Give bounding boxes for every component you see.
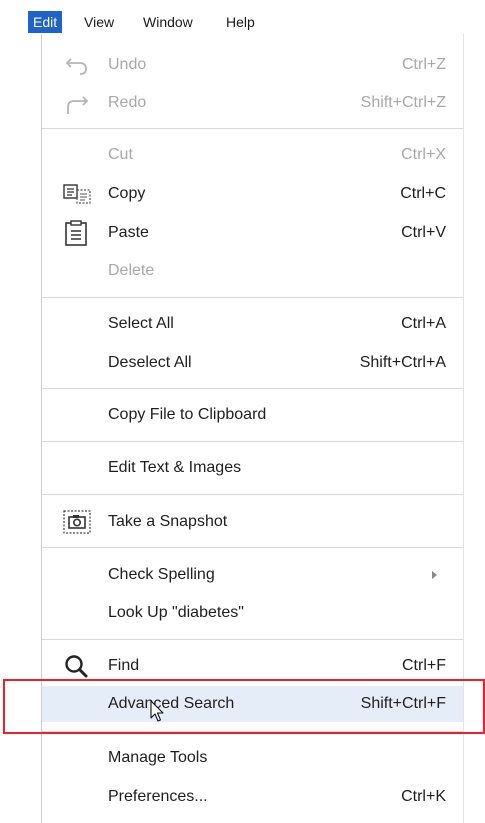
- menu-item-shortcut: Ctrl+Z: [402, 56, 446, 73]
- menu-item-shortcut: Ctrl+C: [400, 185, 446, 202]
- paste-icon: [62, 220, 92, 246]
- menu-item-label: Look Up "diabetes": [108, 604, 244, 621]
- menu-item-cut[interactable]: Cut Ctrl+X: [42, 137, 463, 173]
- menu-item-advanced-search[interactable]: Advanced Search Shift+Ctrl+F: [42, 686, 463, 722]
- menu-item-select-all[interactable]: Select All Ctrl+A: [42, 306, 463, 342]
- redo-icon: [62, 90, 92, 116]
- menu-item-label: Find: [108, 657, 140, 674]
- separator: [42, 297, 463, 298]
- menu-item-find[interactable]: Find Ctrl+F: [42, 648, 463, 684]
- menu-item-redo[interactable]: Redo Shift+Ctrl+Z: [42, 85, 463, 121]
- menu-item-label: Select All: [108, 315, 174, 332]
- menu-item-copy[interactable]: Copy Ctrl+C: [42, 176, 463, 212]
- menu-item-label: Copy: [108, 185, 146, 202]
- menu-item-label: Redo: [108, 94, 147, 111]
- menu-item-edit-text-images[interactable]: Edit Text & Images: [42, 450, 463, 486]
- search-icon: [62, 653, 92, 679]
- separator: [42, 388, 463, 389]
- menu-item-shortcut: Ctrl+A: [401, 315, 446, 332]
- separator: [42, 494, 463, 495]
- menu-window[interactable]: Window: [143, 11, 193, 33]
- menu-item-look-up[interactable]: Look Up "diabetes": [42, 595, 463, 631]
- menu-item-label: Paste: [108, 224, 149, 241]
- separator: [42, 731, 463, 732]
- edit-menu-dropdown: Undo Ctrl+Z Redo Shift+Ctrl+Z Cut Ctrl+X…: [41, 34, 464, 823]
- menu-item-check-spelling[interactable]: Check Spelling: [42, 557, 463, 593]
- separator: [42, 128, 463, 129]
- menu-item-shortcut: Ctrl+X: [401, 146, 446, 163]
- menu-item-label: Delete: [108, 262, 155, 279]
- undo-icon: [62, 52, 92, 78]
- menu-item-label: Manage Tools: [108, 749, 208, 766]
- copy-icon: [62, 181, 92, 207]
- menu-item-label: Deselect All: [108, 354, 192, 371]
- menu-item-label: Advanced Search: [108, 695, 235, 712]
- menu-item-label: Copy File to Clipboard: [108, 406, 267, 423]
- separator: [42, 547, 463, 548]
- snapshot-icon: [62, 509, 92, 535]
- menu-item-delete[interactable]: Delete: [42, 253, 463, 289]
- submenu-arrow-icon: [432, 571, 437, 579]
- menu-item-take-snapshot[interactable]: Take a Snapshot: [42, 504, 463, 540]
- menu-item-label: Check Spelling: [108, 566, 215, 583]
- menu-item-deselect-all[interactable]: Deselect All Shift+Ctrl+A: [42, 345, 463, 381]
- menu-item-shortcut: Shift+Ctrl+F: [360, 695, 446, 712]
- menu-item-shortcut: Ctrl+K: [401, 788, 446, 805]
- menu-item-preferences[interactable]: Preferences... Ctrl+K: [42, 779, 463, 815]
- menu-item-manage-tools[interactable]: Manage Tools: [42, 740, 463, 776]
- menu-item-undo[interactable]: Undo Ctrl+Z: [42, 47, 463, 83]
- menu-item-label: Preferences...: [108, 788, 208, 805]
- menu-item-label: Cut: [108, 146, 133, 163]
- menu-help[interactable]: Help: [226, 11, 255, 33]
- menu-bar: Edit View Window Help: [0, 0, 485, 33]
- menu-view[interactable]: View: [84, 11, 114, 33]
- menu-item-shortcut: Ctrl+V: [401, 224, 446, 241]
- separator: [42, 441, 463, 442]
- menu-item-shortcut: Ctrl+F: [402, 657, 446, 674]
- menu-item-label: Undo: [108, 56, 147, 73]
- menu-item-paste[interactable]: Paste Ctrl+V: [42, 215, 463, 251]
- separator: [42, 639, 463, 640]
- menu-edit[interactable]: Edit: [28, 11, 63, 33]
- menu-item-label: Take a Snapshot: [108, 513, 228, 530]
- menu-item-copy-file-to-clipboard[interactable]: Copy File to Clipboard: [42, 397, 463, 433]
- mouse-cursor-icon: [150, 700, 164, 722]
- menu-item-label: Edit Text & Images: [108, 459, 242, 476]
- menu-item-shortcut: Shift+Ctrl+A: [359, 354, 446, 371]
- menu-item-shortcut: Shift+Ctrl+Z: [360, 94, 446, 111]
